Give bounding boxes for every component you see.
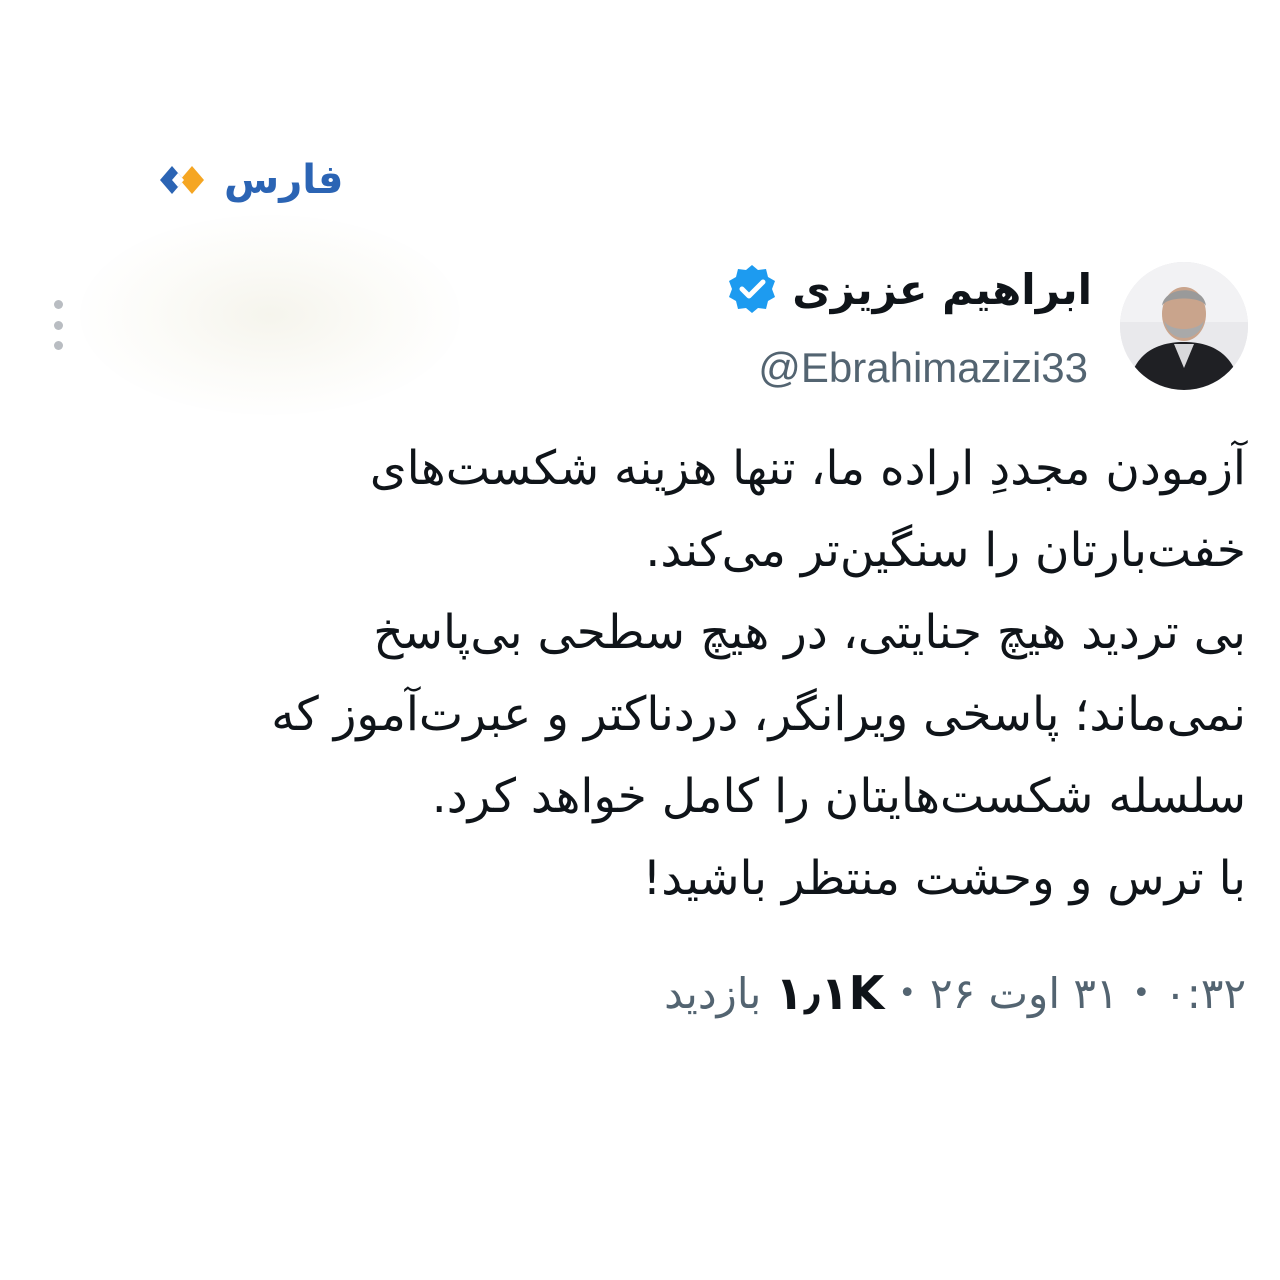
brand-logo: فارس <box>150 150 344 210</box>
tweet-text: آزمودن مجددِ اراده ما، تنها هزینه شکست‌ه… <box>76 428 1246 920</box>
tweet-line: نمی‌ماند؛ پاسخی ویرانگر، دردناکتر و عبرت… <box>271 687 1246 742</box>
author-handle[interactable]: @Ebrahimazizi33 <box>758 344 1088 392</box>
author-display-name: ابراهیم عزیزی <box>792 264 1092 314</box>
tweet-line: خفت‌بارتان را سنگین‌تر می‌کند. <box>645 523 1246 578</box>
fars-logo-icon <box>150 160 214 200</box>
tweet-line: آزمودن مجددِ اراده ما، تنها هزینه شکست‌ه… <box>369 441 1246 496</box>
verified-badge-icon <box>726 263 778 315</box>
tweet-line: سلسله شکست‌هایتان را کامل خواهد کرد. <box>431 769 1246 824</box>
tweet-meta: ۰:۳۲ • ۳۱ اوت ۲۶ • ۱٫۱K بازدید <box>664 966 1246 1020</box>
blurred-region <box>80 215 460 415</box>
avatar[interactable] <box>1120 262 1248 390</box>
meta-separator: • <box>898 975 917 1011</box>
author-name-row[interactable]: ابراهیم عزیزی <box>726 254 1092 324</box>
tweet-line: با ترس و وحشت منتظر باشید! <box>642 851 1246 906</box>
tweet-date[interactable]: ۳۱ اوت ۲۶ <box>930 969 1118 1018</box>
tweet-time[interactable]: ۰:۳۲ <box>1164 969 1246 1018</box>
brand-name: فارس <box>224 157 344 203</box>
tweet-line: بی تردید هیچ جنایتی، در هیچ سطحی بی‌پاسخ <box>373 605 1246 660</box>
meta-separator: • <box>1132 975 1151 1011</box>
views-count: ۱٫۱K <box>775 966 885 1020</box>
more-vertical-icon[interactable] <box>46 300 70 350</box>
views-label: بازدید <box>664 968 762 1018</box>
